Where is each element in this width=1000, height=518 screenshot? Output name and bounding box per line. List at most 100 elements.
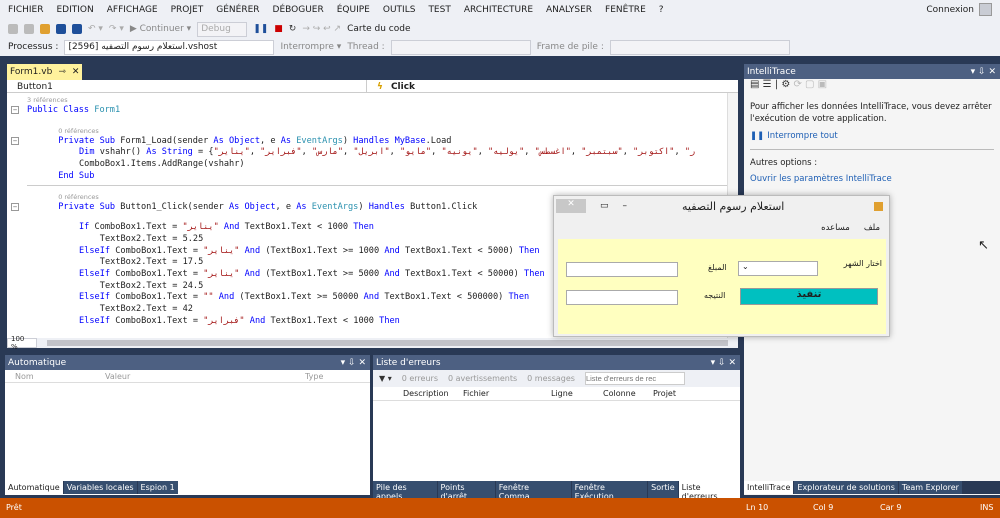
menu-6[interactable]: ÉQUIPE [337,5,370,15]
sign-in[interactable]: Connexion [926,3,992,16]
config-select[interactable]: Debug [197,21,248,37]
pause-icon[interactable]: ❚❚ [253,24,268,34]
messages-filter[interactable]: 0 messages [527,374,575,383]
menu-9[interactable]: ARCHITECTURE [464,5,533,15]
menu-0[interactable]: FICHIER [8,5,43,15]
standard-toolbar: ↶ ▾ ↷ ▾ ▶ Continuer ▾ Debug ❚❚ ■ ↻ → ↪ ↩… [0,20,1000,38]
collapse-icon[interactable]: − [11,136,19,145]
amount-label: المبلغ [708,263,727,272]
tab-2[interactable]: Espion 1 [137,481,178,494]
code-line[interactable]: Private Sub Button1_Click(sender As Obje… [58,201,477,213]
thread-select[interactable] [390,39,531,55]
menu-5[interactable]: DÉBOGUER [273,5,324,15]
menu-7[interactable]: OUTILS [383,5,416,15]
menu-bar: FICHIER EDITION AFFICHAGE PROJET GÉNÉRER DÉBO… [0,0,1000,20]
code-line[interactable]: ElseIf ComboBox1.Text = "" And (TextBox1… [79,291,529,303]
menu-4[interactable]: GÉNÉRER [216,5,259,15]
menu-help[interactable]: مساعده [821,223,850,233]
code-line[interactable]: ElseIf ComboBox1.Text = "يناير" And (Tex… [79,245,540,257]
warnings-filter[interactable]: 0 avertissements [448,374,517,383]
code-token: "سبتمبر" [581,147,623,158]
code-token: , [389,147,400,158]
tab-form1-vb[interactable]: Form1.vb ⇾ ✕ [7,64,82,80]
code-line[interactable]: ComboBox1.Items.AddRange(vshahr) [79,158,245,170]
process-select[interactable]: [2596] استعلام رسوم التصفيه.vshost [64,39,275,55]
minimize-button[interactable]: – [623,201,628,211]
menu-8[interactable]: TEST [428,5,450,15]
panel-controls[interactable]: ▾ ⇩ ✕ [971,67,996,77]
col-project[interactable]: Projet [653,389,676,398]
close-button[interactable]: ✕ [556,199,586,213]
code-line[interactable]: If ComboBox1.Text = "يناير" And TextBox1… [79,221,374,233]
code-token: Then [524,269,545,279]
code-line[interactable]: Private Sub Form1_Load(sender As Object,… [58,135,451,147]
menu-file[interactable]: ملف [864,223,880,233]
redo-icon[interactable]: ↷ ▾ [109,24,124,34]
undo-icon[interactable]: ↶ ▾ [88,24,103,34]
continue-button[interactable]: ▶ Continuer ▾ [130,24,191,34]
event-select[interactable]: ϟ Click [367,80,737,93]
tab-0[interactable]: Automatique [5,481,63,494]
tab-1[interactable]: Explorateur de solutions [794,481,898,494]
forward-icon[interactable] [24,24,34,34]
month-combobox[interactable]: ⌄ [738,261,818,276]
frame-select[interactable] [609,39,790,55]
close-icon[interactable]: ✕ [72,67,80,77]
open-settings-link[interactable]: Ouvrir les paramètres IntelliTrace [750,174,892,184]
break-all-link[interactable]: Interrompre tout [767,131,837,141]
save-all-icon[interactable] [72,24,82,34]
collapse-icon[interactable]: − [11,106,19,114]
code-line[interactable]: TextBox2.Text = 5.25 [100,233,203,245]
col-line[interactable]: Ligne [551,389,603,398]
maximize-button[interactable]: ▭ [600,201,609,211]
horizontal-scrollbar[interactable] [47,340,728,346]
col-value[interactable]: Valeur [105,372,305,381]
code-token: , [524,147,535,158]
errors-filter[interactable]: 0 erreurs [402,374,438,383]
code-line[interactable]: TextBox2.Text = 17.5 [100,256,203,268]
code-map-button[interactable]: Carte du code [347,24,410,34]
tab-2[interactable]: Team Explorer [898,481,962,494]
menu-3[interactable]: PROJET [171,5,204,15]
col-type[interactable]: Type [305,372,323,381]
code-line[interactable]: ElseIf ComboBox1.Text = "يناير" And (Tex… [79,268,545,280]
result-textbox[interactable] [566,290,678,305]
code-line[interactable]: TextBox2.Text = 24.5 [100,280,203,292]
execute-button[interactable]: تنفيذ [740,288,878,305]
col-column[interactable]: Colonne [603,389,653,398]
intellitrace-toolbar: ▤ ☰ | ⚙ ⟳ ▢ ▣ [750,79,828,90]
menu-11[interactable]: FENÊTRE [605,5,646,15]
code-line[interactable]: Public Class Form1 [27,104,120,116]
code-line[interactable]: Dim vshahr() As String = {"يناير", "فبرا… [79,146,695,158]
error-search-input[interactable] [584,372,685,385]
panel-controls[interactable]: ▾ ⇩ ✕ [711,358,736,368]
code-line[interactable]: TextBox2.Text = 42 [100,303,193,315]
code-line[interactable]: End Sub [58,170,94,182]
tab-1[interactable]: Variables locales [63,481,137,494]
save-icon[interactable] [56,24,66,34]
amount-textbox[interactable] [566,262,678,277]
col-name[interactable]: Nom [5,372,105,381]
form-title: استعلام رسوم التصفيه [682,199,785,213]
panel-controls[interactable]: ▾ ⇩ ✕ [341,358,366,368]
break-button[interactable]: Interrompre ▾ [280,42,341,52]
filter-icon[interactable]: ▼ ▾ [379,374,392,383]
step-icons[interactable]: → ↪ ↩ ↗ [302,24,341,34]
pin-icon[interactable]: ⇾ [58,67,66,77]
zoom-select[interactable]: 100 % [7,335,37,351]
code-token: ) [358,201,369,212]
object-select[interactable]: Button1 [7,80,367,93]
open-icon[interactable] [40,24,50,34]
back-icon[interactable] [8,24,18,34]
menu-1[interactable]: EDITION [56,5,93,15]
tab-0[interactable]: IntelliTrace [744,481,794,494]
col-file[interactable]: Fichier [463,389,551,398]
menu-12[interactable]: ? [659,5,664,15]
code-line[interactable]: ElseIf ComboBox1.Text = "فبراير" And Tex… [79,315,400,327]
collapse-icon[interactable]: − [11,202,19,211]
menu-10[interactable]: ANALYSER [546,5,592,15]
restart-icon[interactable]: ↻ [289,24,297,34]
col-description[interactable]: Description [403,389,463,398]
menu-2[interactable]: AFFICHAGE [107,5,158,15]
stop-icon[interactable]: ■ [274,24,283,34]
